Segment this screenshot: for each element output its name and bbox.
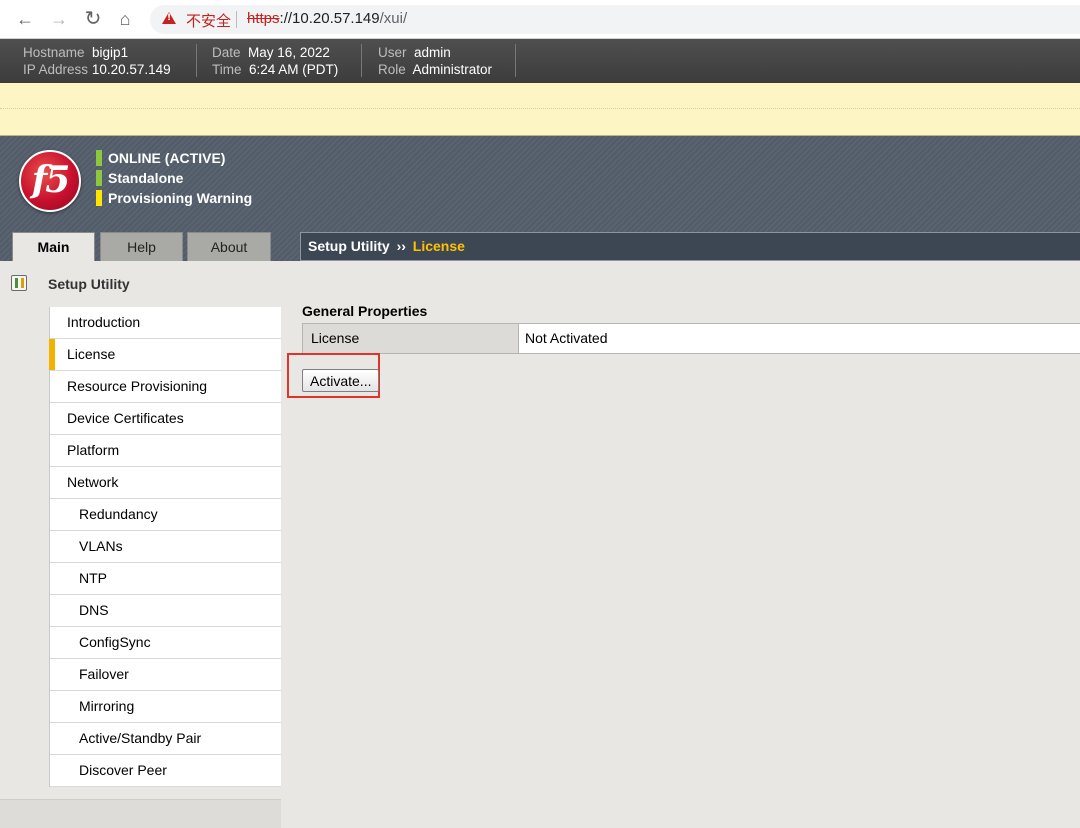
ip-label: IP Address — [23, 62, 89, 77]
date-label: Date — [212, 45, 241, 60]
sidebar-footer — [0, 799, 281, 828]
tab-main[interactable]: Main — [12, 232, 95, 262]
sidebar-item-redundancy[interactable]: Redundancy — [50, 499, 282, 531]
sidebar-item-vlans[interactable]: VLANs — [50, 531, 282, 563]
insecure-label: 不安全 — [186, 12, 232, 30]
ip-value: 10.20.57.149 — [91, 62, 171, 77]
time-label: Time — [212, 62, 242, 77]
user-label: User — [378, 45, 407, 60]
status-text: Standalone — [108, 170, 184, 186]
property-value: Not Activated — [525, 330, 608, 346]
status-indicator-yellow — [96, 190, 102, 206]
url-scheme: https — [247, 10, 280, 27]
status-provisioning-warning: Provisioning Warning — [96, 190, 252, 207]
tab-help[interactable]: Help — [100, 232, 183, 261]
divider — [515, 44, 516, 77]
sidebar-item-dns[interactable]: DNS — [50, 595, 282, 627]
host-info: Hostname bigip1 IP Address 10.20.57.149 — [23, 44, 171, 78]
home-icon[interactable]: ⌂ — [114, 8, 136, 30]
sidebar-item-active-standby-pair[interactable]: Active/Standby Pair — [50, 723, 282, 755]
sidebar-header: Setup Utility — [0, 261, 281, 307]
browser-toolbar: ← → ↻ ⌂ 不安全 https://10.20.57.149/xui/ — [0, 0, 1080, 39]
sidebar-item-network[interactable]: Network — [50, 467, 282, 499]
divider — [361, 44, 362, 77]
status-indicator-green — [96, 170, 102, 186]
sidebar-item-discover-peer[interactable]: Discover Peer — [50, 755, 282, 787]
status-text: ONLINE (ACTIVE) — [108, 150, 226, 166]
url-host: ://10.20.57.149 — [279, 10, 380, 27]
time-value: 6:24 AM (PDT) — [249, 62, 339, 77]
back-arrow-icon[interactable]: ← — [14, 8, 36, 30]
breadcrumb: Setup Utility ›› License — [300, 232, 1080, 261]
property-name: License — [303, 324, 519, 353]
sidebar-menu: Introduction License Resource Provisioni… — [49, 307, 282, 787]
user-value: admin — [414, 45, 451, 60]
status-text: Provisioning Warning — [108, 190, 253, 206]
hostname-value: bigip1 — [92, 45, 129, 60]
banner: f5 ONLINE (ACTIVE) Standalone Provisioni… — [0, 136, 1080, 262]
divider — [196, 44, 197, 77]
sidebar-item-failover[interactable]: Failover — [50, 659, 282, 691]
hostname-label: Hostname — [23, 45, 85, 60]
sidebar-item-resource-provisioning[interactable]: Resource Provisioning — [50, 371, 282, 403]
status-standalone: Standalone — [96, 170, 183, 187]
section-title: General Properties — [302, 303, 428, 319]
sidebar-item-mirroring[interactable]: Mirroring — [50, 691, 282, 723]
sidebar-item-configsync[interactable]: ConfigSync — [50, 627, 282, 659]
breadcrumb-root[interactable]: Setup Utility — [308, 238, 390, 254]
tab-about[interactable]: About — [187, 232, 271, 261]
sidebar-item-device-certificates[interactable]: Device Certificates — [50, 403, 282, 435]
f5-logo: f5 — [19, 150, 81, 212]
forward-arrow-icon[interactable]: → — [48, 8, 70, 30]
activate-button[interactable]: Activate... — [302, 369, 380, 392]
system-info-bar: Hostname bigip1 IP Address 10.20.57.149 … — [0, 39, 1080, 83]
properties-table: License Not Activated — [302, 323, 1080, 354]
sidebar: Setup Utility Introduction License Resou… — [0, 261, 282, 828]
sidebar-item-platform[interactable]: Platform — [50, 435, 282, 467]
sidebar-item-license[interactable]: License — [49, 339, 282, 371]
sidebar-item-introduction[interactable]: Introduction — [50, 307, 282, 339]
user-info: User admin Role Administrator — [378, 44, 492, 78]
date-value: May 16, 2022 — [248, 45, 330, 60]
url-path: /xui/ — [379, 10, 408, 27]
sidebar-title: Setup Utility — [48, 276, 130, 292]
address-separator — [236, 11, 237, 28]
breadcrumb-current: License — [412, 238, 465, 254]
status-indicator-green — [96, 150, 102, 166]
role-value: Administrator — [412, 62, 493, 77]
message-bar — [0, 83, 1080, 136]
main-content: General Properties License Not Activated… — [281, 261, 1080, 827]
sidebar-item-ntp[interactable]: NTP — [50, 563, 282, 595]
status-online: ONLINE (ACTIVE) — [96, 150, 225, 167]
reload-icon[interactable]: ↻ — [82, 8, 104, 30]
address-bar[interactable]: 不安全 https://10.20.57.149/xui/ — [150, 5, 1080, 34]
datetime-info: Date May 16, 2022 Time 6:24 AM (PDT) — [212, 44, 338, 78]
breadcrumb-separator: ›› — [396, 238, 406, 254]
setup-utility-icon — [11, 275, 27, 291]
url-text: https://10.20.57.149/xui/ — [247, 10, 407, 27]
role-label: Role — [378, 62, 406, 77]
message-divider — [0, 108, 1080, 109]
warning-icon — [162, 12, 176, 24]
